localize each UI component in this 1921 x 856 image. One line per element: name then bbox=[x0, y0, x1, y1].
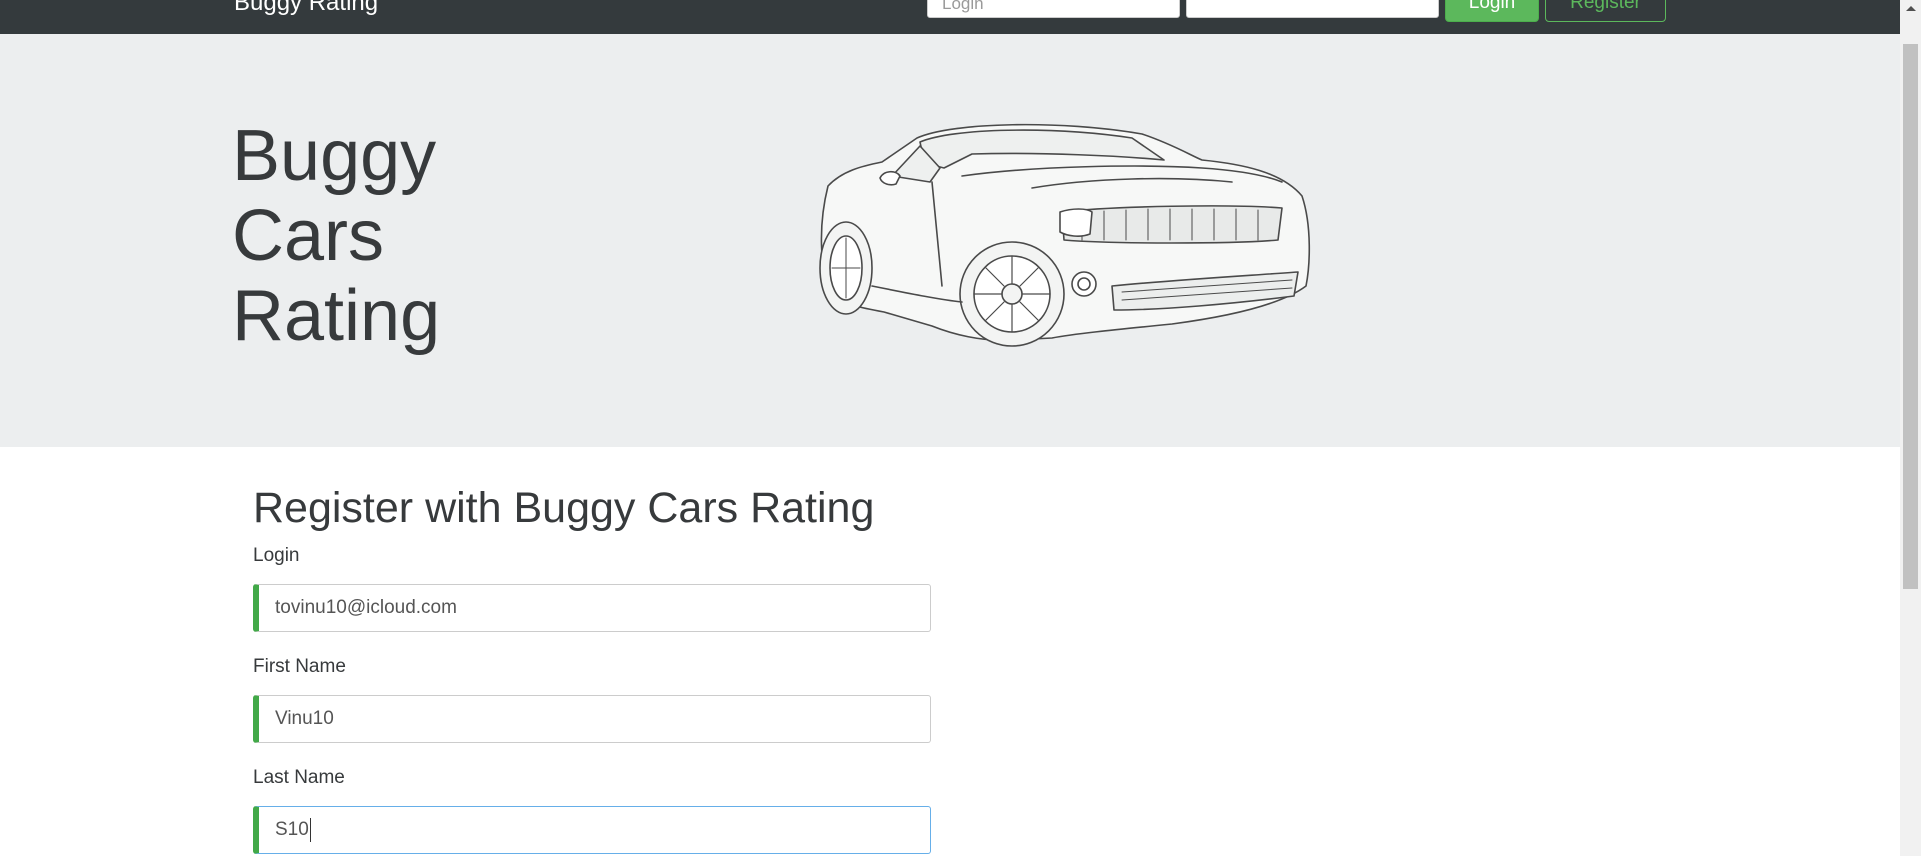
last-name-field[interactable]: S10 bbox=[253, 806, 931, 854]
login-label: Login bbox=[253, 545, 300, 566]
login-field[interactable]: tovinu10@icloud.com bbox=[253, 584, 931, 632]
login-field-value: tovinu10@icloud.com bbox=[275, 597, 457, 618]
nav-register-button[interactable]: Register bbox=[1545, 0, 1666, 22]
navbar: Buggy Rating Login Login Register bbox=[0, 0, 1900, 34]
scroll-up-arrow-icon[interactable] bbox=[1900, 0, 1921, 17]
last-name-label: Last Name bbox=[253, 767, 345, 788]
text-caret bbox=[309, 817, 311, 842]
first-name-field-value: Vinu10 bbox=[275, 708, 334, 729]
scrollbar-thumb[interactable] bbox=[1903, 44, 1918, 589]
form-heading: Register with Buggy Cars Rating bbox=[253, 484, 875, 532]
last-name-field-value: S10 bbox=[275, 819, 309, 840]
hero-title-line: Rating bbox=[232, 276, 441, 356]
car-sketch-image bbox=[819, 123, 1311, 347]
hero-title-line: Cars bbox=[232, 196, 385, 276]
page: Buggy Rating Login Login Register Buggy … bbox=[0, 0, 1921, 856]
first-name-label: First Name bbox=[253, 656, 346, 677]
register-form: Register with Buggy Cars Rating Login to… bbox=[253, 482, 933, 856]
brand-link[interactable]: Buggy Rating bbox=[234, 0, 378, 18]
nav-login-input[interactable]: Login bbox=[927, 0, 1180, 18]
hero-title: Buggy Cars Rating bbox=[232, 116, 440, 356]
vertical-scrollbar[interactable] bbox=[1900, 0, 1921, 856]
hero-title-line: Buggy bbox=[232, 116, 437, 196]
jumbotron: Buggy Cars Rating bbox=[0, 34, 1900, 447]
nav-password-input[interactable] bbox=[1186, 0, 1439, 18]
nav-login-button[interactable]: Login bbox=[1445, 0, 1539, 22]
first-name-field[interactable]: Vinu10 bbox=[253, 695, 931, 743]
